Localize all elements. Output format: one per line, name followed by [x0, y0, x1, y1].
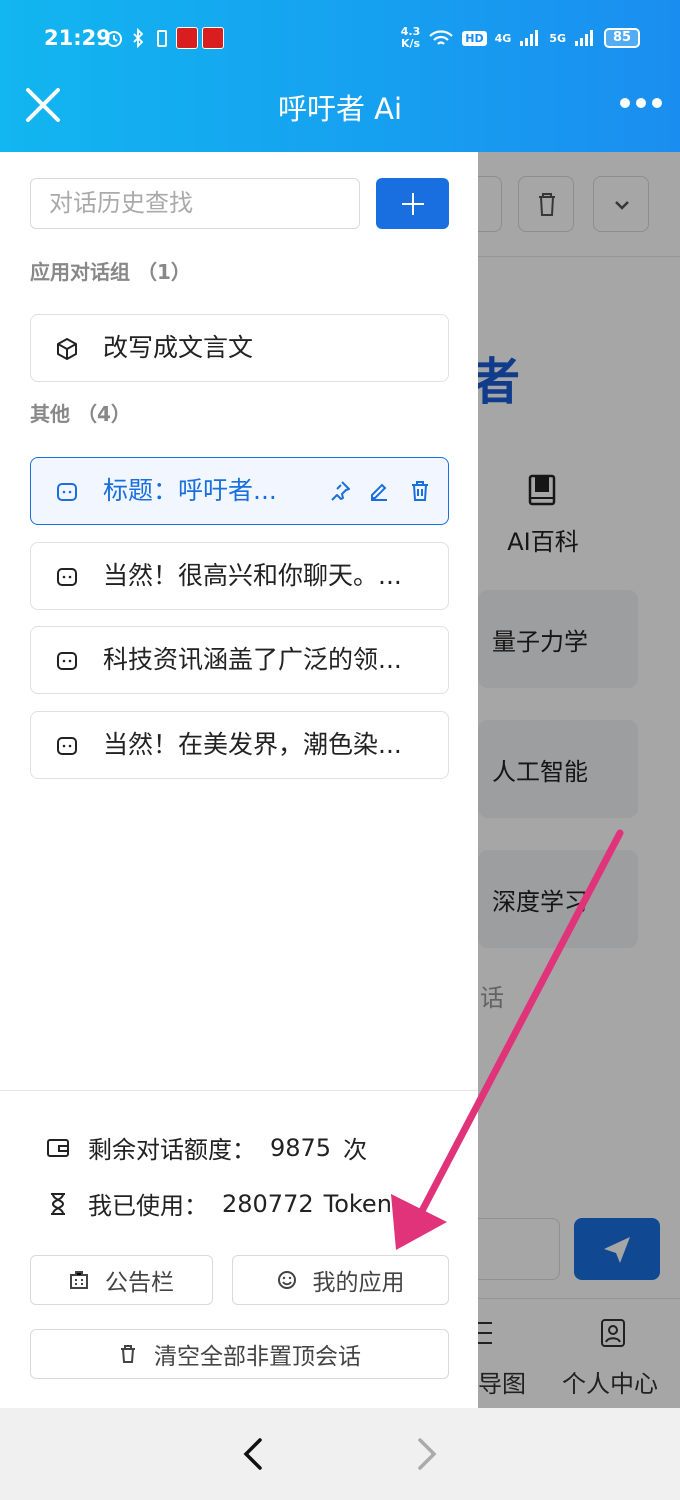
back-arrow-icon[interactable]: [240, 1436, 266, 1472]
status-bar: 21:29 4.3 K/s HD 4G 5G 85: [0, 0, 680, 80]
bluetooth-icon: [133, 28, 144, 48]
history-search-input[interactable]: 对话历史查找: [30, 178, 360, 229]
signal-bars-icon: [520, 30, 539, 46]
status-time: 21:29: [44, 26, 111, 50]
new-chat-button[interactable]: [376, 178, 449, 229]
chat-item-title: 改写成文言文: [103, 333, 254, 362]
quota-label: 剩余对话额度：: [88, 1136, 256, 1164]
battery-level: 85: [604, 28, 640, 48]
clear-all-label: 清空全部非置顶会话: [154, 1344, 361, 1370]
notice-board-button[interactable]: 公告栏: [30, 1255, 213, 1305]
chat-item-title: 科技资讯涵盖了广泛的领...: [103, 645, 402, 674]
chat-item[interactable]: 科技资讯涵盖了广泛的领...: [30, 626, 449, 694]
chat-item[interactable]: 当然！在美发界，潮色染...: [30, 711, 449, 779]
edit-icon[interactable]: [368, 480, 390, 502]
my-apps-button[interactable]: 我的应用: [232, 1255, 449, 1305]
signal-2-label: 5G: [549, 31, 566, 45]
quota-unit: 次: [343, 1136, 368, 1164]
chat-icon: [57, 568, 77, 586]
quota-value: 9875: [270, 1133, 332, 1162]
wallet-icon: [47, 1138, 69, 1157]
usage-value: 280772: [222, 1189, 314, 1218]
smile-sticker-icon: [277, 1271, 296, 1289]
drawer-overlay[interactable]: [478, 152, 680, 1408]
more-dots-icon[interactable]: [620, 98, 662, 108]
browser-nav-bar: [0, 1408, 680, 1500]
app-notification-icon: [176, 27, 198, 49]
net-speed: 4.3 K/s: [400, 25, 421, 50]
battery-saver-icon: [157, 30, 167, 47]
chat-item-title: 当然！在美发界，潮色染...: [103, 730, 402, 759]
chat-item-title: 当然！很高兴和你聊天。...: [103, 561, 402, 590]
quota-row: 剩余对话额度： 9875 次: [46, 1130, 367, 1165]
chat-icon: [57, 737, 77, 755]
other-group-label: 其他 （4）: [30, 402, 131, 426]
usage-row: 我已使用： 280772 Token: [46, 1186, 392, 1221]
clear-all-chats-button[interactable]: 清空全部非置顶会话: [30, 1329, 449, 1379]
building-icon: [70, 1271, 88, 1289]
my-apps-label: 我的应用: [312, 1270, 405, 1296]
forward-arrow-icon[interactable]: [414, 1436, 440, 1472]
app-header: 21:29 4.3 K/s HD 4G 5G 85 呼吁者 Ai: [0, 0, 680, 152]
signal-1-label: 4G: [494, 31, 512, 45]
usage-label: 我已使用：: [88, 1192, 208, 1220]
hd-badge: HD: [462, 30, 487, 46]
notice-board-label: 公告栏: [105, 1270, 174, 1296]
status-notification-icons: [104, 27, 224, 49]
wifi-icon: [429, 30, 454, 45]
alarm-icon: [106, 31, 122, 47]
cube-icon: [57, 338, 77, 360]
status-system-icons: 4.3 K/s HD 4G 5G 85: [401, 26, 640, 50]
page-title: 呼吁者 Ai: [277, 92, 403, 126]
trash-icon[interactable]: [409, 480, 431, 502]
signal-bars-icon: [575, 30, 593, 46]
chat-icon: [57, 652, 77, 670]
chat-item-active[interactable]: 标题：呼吁者...: [30, 457, 449, 525]
app-notification-icon: [202, 27, 224, 49]
app-chat-item[interactable]: 改写成文言文: [30, 314, 449, 382]
app-group-label: 应用对话组 （1）: [30, 260, 191, 284]
drawer-footer-divider: [0, 1090, 478, 1091]
pin-icon[interactable]: [329, 480, 351, 502]
chat-icon: [57, 483, 77, 501]
chat-item[interactable]: 当然！很高兴和你聊天。...: [30, 542, 449, 610]
hourglass-icon: [51, 1192, 65, 1215]
usage-unit: Token: [323, 1189, 392, 1218]
chat-item-title: 标题：呼吁者...: [103, 476, 277, 505]
trash-icon: [121, 1345, 135, 1363]
history-drawer: 对话历史查找 应用对话组 （1） 改写成文言文 其他 （4） 标题：呼吁者...…: [0, 152, 478, 1408]
